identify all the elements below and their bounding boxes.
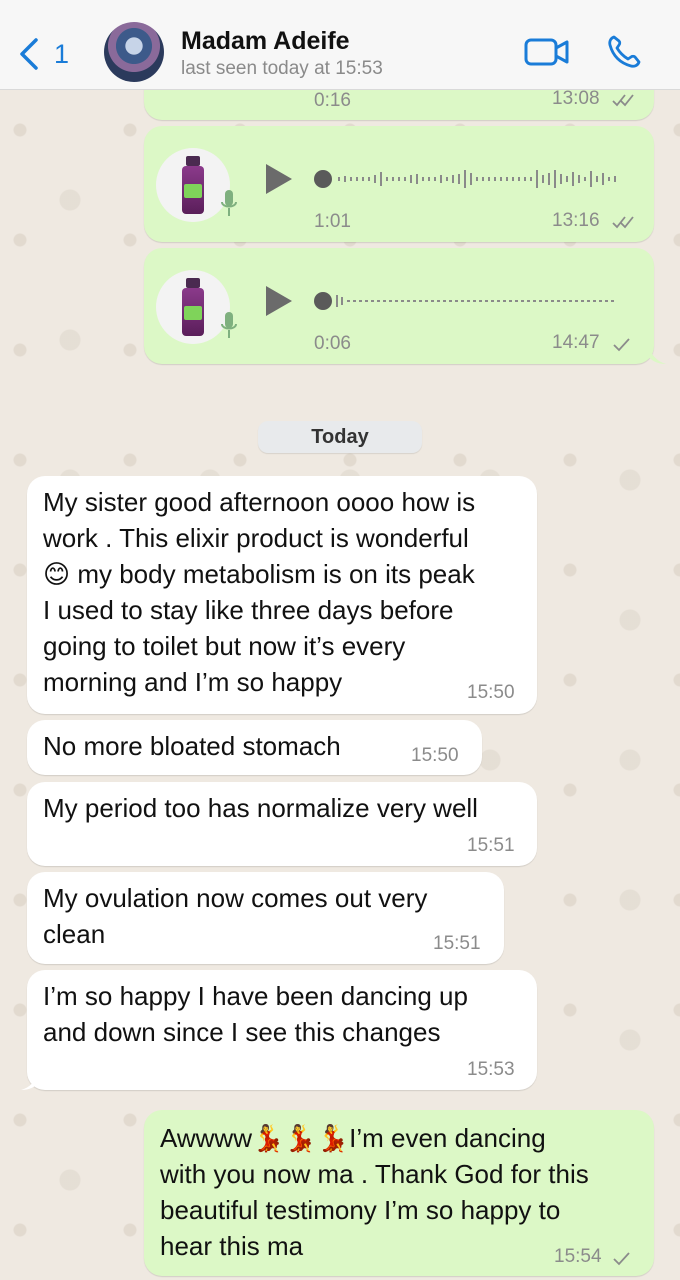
video-call-icon[interactable] [524, 36, 570, 68]
voice-note-duration: 1:01 [314, 211, 351, 232]
day-separator: Today [258, 421, 422, 453]
voice-note-message[interactable]: 0:06 14:47 [144, 248, 666, 364]
back-button[interactable]: 1 [18, 34, 78, 74]
message-line: going to toilet but now it’s every [43, 631, 406, 661]
chat-header: 1 Madam Adeife last seen today at 15:53 [0, 0, 680, 90]
bubble-tail [648, 344, 666, 364]
message-time: 15:51 [433, 933, 481, 954]
unread-count: 1 [54, 38, 70, 69]
incoming-message[interactable]: I’m so happy I have been dancing up and … [21, 970, 537, 1090]
message-line: My period too has normalize very well [43, 793, 478, 823]
incoming-message[interactable]: No more bloated stomach 15:50 [27, 720, 482, 775]
message-line: I’m so happy I have been dancing up [43, 981, 468, 1011]
microphone-icon [221, 312, 237, 338]
outgoing-message[interactable]: Awwww💃💃💃I’m even dancing with you now ma… [144, 1110, 654, 1276]
microphone-icon [221, 190, 237, 216]
play-icon[interactable] [264, 162, 294, 196]
message-line: beautiful testimony I’m so happy to [160, 1195, 561, 1225]
message-time: 13:08 [552, 88, 600, 109]
sent-tick-icon [613, 338, 630, 352]
message-line: My sister good afternoon oooo how is [43, 487, 476, 517]
voice-note-duration: 0:06 [314, 333, 351, 354]
bubble-tail [21, 1070, 39, 1090]
contact-name[interactable]: Madam Adeife [181, 27, 350, 56]
message-time: 15:50 [411, 745, 459, 766]
product-thumbnail [156, 270, 230, 344]
message-line: 😊 my body metabolism is on its peak [43, 559, 475, 589]
voice-waveform[interactable] [314, 286, 624, 316]
message-line: My ovulation now comes out very [43, 883, 428, 913]
avatar[interactable] [104, 22, 164, 82]
phone-icon[interactable] [606, 34, 642, 70]
message-line: hear this ma [160, 1231, 304, 1261]
incoming-message[interactable]: My sister good afternoon oooo how is wor… [27, 476, 537, 714]
message-time: 15:51 [467, 835, 515, 856]
chevron-left-icon [20, 38, 38, 70]
message-line: work . This elixir product is wonderful [43, 523, 469, 553]
read-ticks-icon [612, 216, 634, 229]
last-seen-status: last seen today at 15:53 [181, 58, 383, 79]
message-time: 15:50 [467, 682, 515, 703]
sent-tick-icon [613, 1252, 630, 1266]
message-line: I used to stay like three days before [43, 595, 454, 625]
message-time: 13:16 [552, 210, 600, 231]
message-time: 15:53 [467, 1059, 515, 1080]
incoming-message[interactable]: My ovulation now comes out very clean 15… [27, 872, 504, 964]
message-line: clean [43, 919, 106, 949]
play-icon[interactable] [264, 284, 294, 318]
product-thumbnail [156, 148, 230, 222]
message-line: morning and I’m so happy [43, 667, 343, 697]
voice-note-duration: 0:16 [314, 90, 351, 111]
message-time: 15:54 [554, 1246, 602, 1267]
voice-note-message[interactable]: 1:01 13:16 [144, 126, 654, 242]
message-line: Awwww💃💃💃I’m even dancing [160, 1123, 546, 1153]
message-line: with you now ma . Thank God for this [160, 1159, 589, 1189]
message-line: No more bloated stomach [43, 731, 341, 761]
incoming-message[interactable]: My period too has normalize very well 15… [27, 782, 537, 866]
voice-waveform[interactable] [314, 164, 624, 194]
read-ticks-icon [612, 94, 634, 107]
message-time: 14:47 [552, 332, 600, 353]
message-line: and down since I see this changes [43, 1017, 441, 1047]
